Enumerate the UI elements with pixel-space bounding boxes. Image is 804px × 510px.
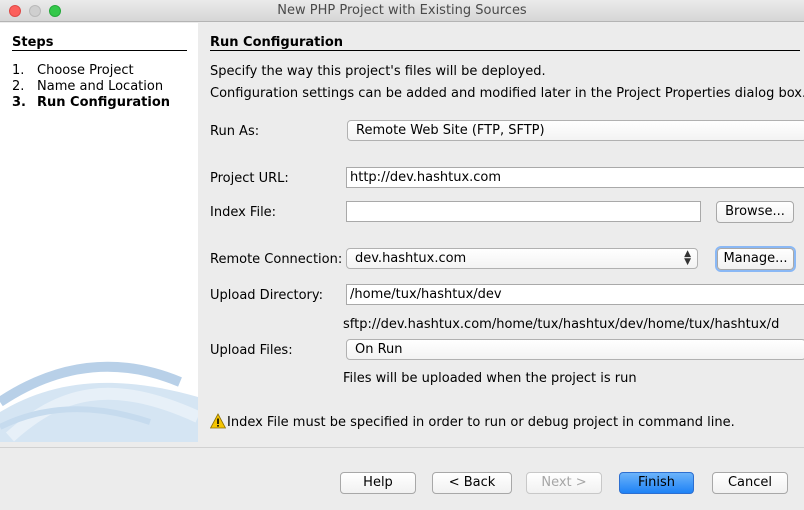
step-label: Name and Location	[37, 79, 164, 94]
upload-files-hint: Files will be uploaded when the project …	[343, 371, 637, 386]
step-number: 2.	[12, 79, 25, 94]
run-as-label: Run As:	[210, 124, 260, 139]
cancel-button[interactable]: Cancel	[712, 472, 788, 494]
upload-directory-field[interactable]: /home/tux/hashtux/dev	[346, 284, 804, 305]
run-as-value: Remote Web Site (FTP, SFTP)	[356, 123, 545, 138]
run-configuration-panel: Run Configuration Specify the way this p…	[198, 23, 804, 442]
index-file-field[interactable]	[346, 201, 701, 222]
remote-connection-select[interactable]: dev.hashtux.com ▲ ▼	[346, 248, 698, 269]
steps-divider	[12, 50, 187, 51]
step-name-and-location: 2. Name and Location	[12, 79, 163, 94]
step-run-configuration: 3. Run Configuration	[12, 95, 170, 110]
step-label: Run Configuration	[37, 95, 171, 110]
steps-heading: Steps	[12, 35, 54, 50]
upload-files-select[interactable]: On Run	[346, 339, 804, 360]
back-button[interactable]: < Back	[432, 472, 512, 494]
upload-files-label: Upload Files:	[210, 343, 293, 358]
help-button[interactable]: Help	[340, 472, 416, 494]
index-file-label: Index File:	[210, 205, 277, 220]
run-as-select[interactable]: Remote Web Site (FTP, SFTP)	[347, 120, 804, 141]
warning-icon	[210, 413, 226, 429]
upload-directory-label: Upload Directory:	[210, 288, 324, 303]
title-bar: New PHP Project with Existing Sources	[0, 0, 804, 22]
remote-connection-value: dev.hashtux.com	[355, 251, 467, 266]
next-button[interactable]: Next >	[526, 472, 602, 494]
description-line-2: Configuration settings can be added and …	[210, 86, 804, 101]
remote-connection-label: Remote Connection:	[210, 252, 343, 267]
description-line-1: Specify the way this project's files wil…	[210, 64, 546, 79]
warning-message: Index File must be specified in order to…	[227, 415, 735, 430]
step-number: 1.	[12, 63, 25, 78]
panel-heading: Run Configuration	[210, 35, 344, 50]
steps-panel: Steps 1. Choose Project 2. Name and Locati…	[0, 23, 198, 442]
decorative-swoosh-graphic	[0, 361, 198, 442]
step-number: 3.	[12, 95, 26, 110]
window-title: New PHP Project with Existing Sources	[277, 3, 527, 18]
step-label: Choose Project	[37, 63, 134, 78]
finish-button[interactable]: Finish	[619, 472, 694, 494]
up-down-arrows-icon: ▲ ▼	[684, 249, 691, 267]
project-url-label: Project URL:	[210, 171, 289, 186]
step-choose-project: 1. Choose Project	[12, 63, 134, 78]
footer-divider	[0, 447, 804, 448]
upload-path-preview: sftp://dev.hashtux.com/home/tux/hashtux/…	[343, 317, 780, 332]
upload-files-value: On Run	[355, 342, 403, 357]
browse-button[interactable]: Browse...	[716, 201, 794, 223]
panel-divider	[210, 50, 800, 51]
manage-button[interactable]: Manage...	[717, 248, 794, 270]
project-url-field[interactable]: http://dev.hashtux.com	[346, 167, 804, 188]
